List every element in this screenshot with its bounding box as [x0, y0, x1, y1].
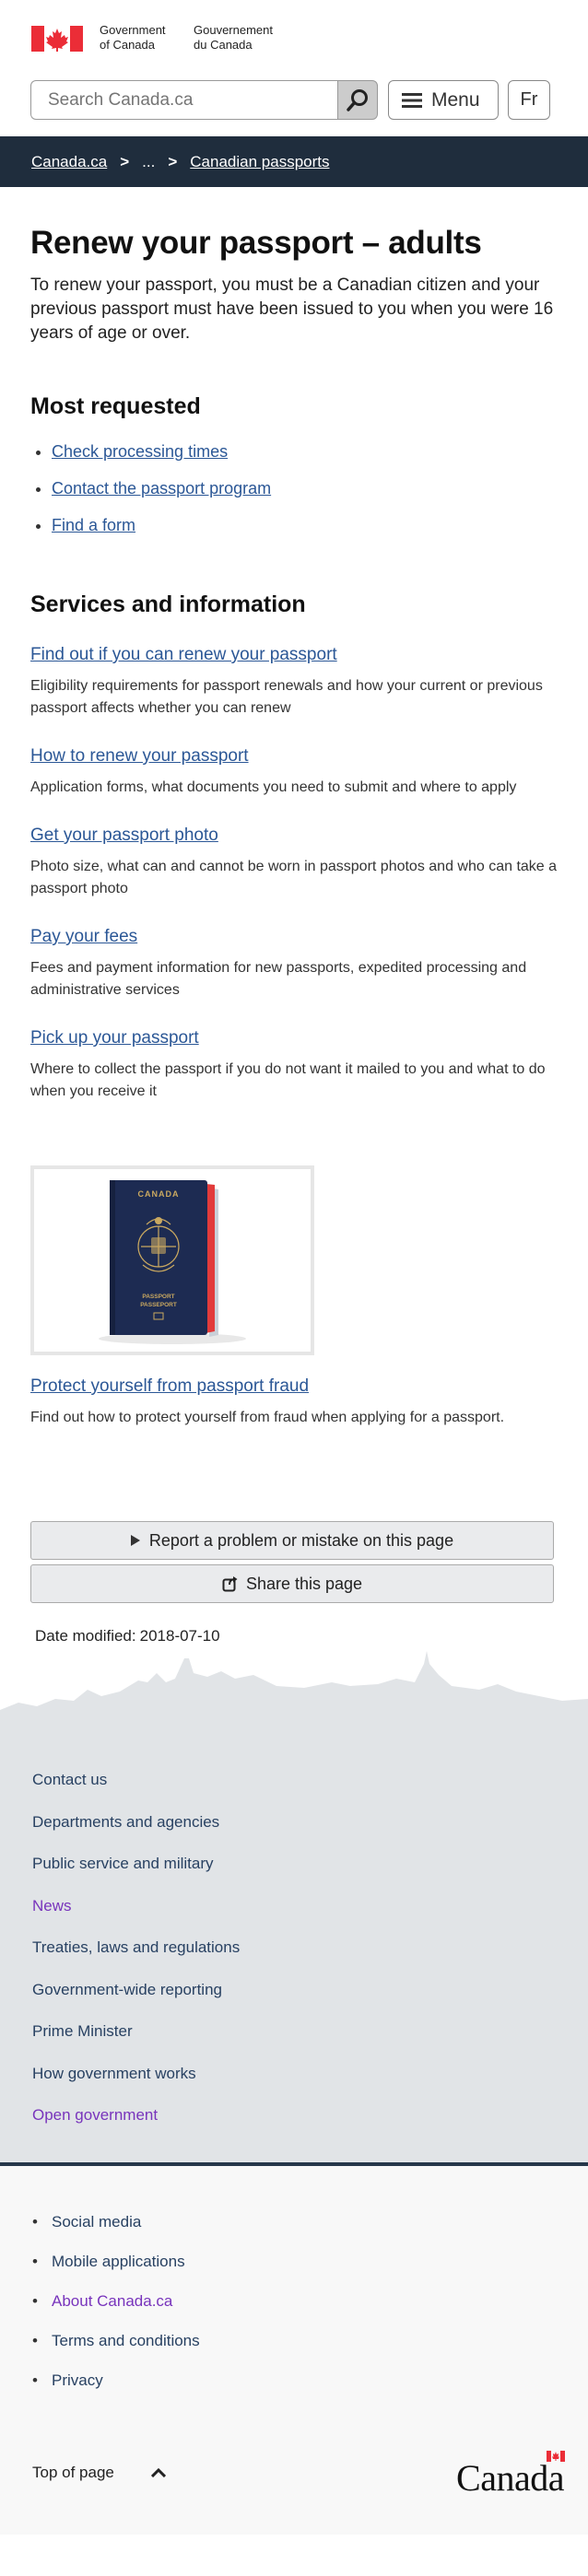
report-problem-label: Report a problem or mistake on this page — [148, 1530, 454, 1550]
service-item: Get your passport photo Photo size, what… — [30, 825, 558, 900]
government-signature: Government of Canada Gouvernement du Can… — [0, 0, 588, 64]
service-item: Pay your fees Fees and payment informati… — [30, 926, 558, 1001]
share-icon — [222, 1576, 238, 1592]
menu-button[interactable]: Menu — [388, 80, 499, 120]
main-content: Renew your passport – adults To renew yo… — [0, 224, 588, 1645]
link-find-a-form[interactable]: Find a form — [52, 516, 135, 534]
breadcrumb-ellipsis[interactable]: ... — [142, 153, 155, 171]
wordmark-flag-icon — [547, 2451, 565, 2462]
breadcrumb-canada-ca[interactable]: Canada.ca — [31, 153, 107, 171]
footer-link-public-service[interactable]: Public service and military — [32, 1854, 556, 1874]
service-description: Fees and payment information for new pas… — [30, 960, 527, 998]
search-button[interactable] — [337, 80, 378, 120]
footer-sub-nav: Social media Mobile applications About C… — [0, 2166, 588, 2429]
footer-link-gov-reporting[interactable]: Government-wide reporting — [32, 1980, 556, 2000]
passport-cover-passport: PASSPORT — [142, 1294, 174, 1300]
signature-en-line1: Government — [100, 23, 166, 37]
service-link-how-to-renew[interactable]: How to renew your passport — [30, 746, 249, 766]
service-item: Pick up your passport Where to collect t… — [30, 1027, 558, 1103]
service-link-pay-fees[interactable]: Pay your fees — [30, 927, 137, 946]
page-intro: To renew your passport, you must be a Ca… — [30, 275, 554, 343]
footer-link-contact-us[interactable]: Contact us — [32, 1770, 556, 1790]
link-check-processing-times[interactable]: Check processing times — [52, 442, 228, 461]
share-page-label: Share this page — [245, 1574, 363, 1593]
share-page-button[interactable]: Share this page — [30, 1564, 554, 1603]
signature-fr-line1: Gouvernement — [194, 23, 273, 37]
footer-link-treaties[interactable]: Treaties, laws and regulations — [32, 1938, 556, 1958]
service-description: Application forms, what documents you ne… — [30, 779, 517, 795]
chevron-up-icon — [150, 2468, 166, 2477]
date-modified-value: 2018-07-10 — [139, 1627, 220, 1645]
footer-sub-link-mobile-apps[interactable]: Mobile applications — [32, 2252, 556, 2272]
promo-item: Protect yourself from passport fraud — [30, 1376, 558, 1398]
language-toggle-button[interactable]: Fr — [508, 80, 550, 120]
signature-english: Government of Canada — [100, 23, 166, 53]
report-problem-button[interactable]: Report a problem or mistake on this page — [30, 1521, 554, 1560]
footer-sub-link-privacy[interactable]: Privacy — [32, 2371, 556, 2391]
passport-photo-illustration: CANADA PASSPORT PASSEPORT — [99, 1180, 246, 1344]
site-footer: Contact us Departments and agencies Publ… — [0, 1733, 588, 2535]
search-icon — [347, 88, 368, 111]
top-of-page-label: Top of page — [32, 2464, 114, 2481]
footer-link-prime-minister[interactable]: Prime Minister — [32, 2021, 556, 2042]
skyline-illustration — [0, 1651, 588, 1733]
list-item: Contact the passport program — [52, 477, 558, 499]
canada-wordmark: Canada — [456, 2457, 564, 2499]
service-item: How to renew your passport Application f… — [30, 745, 558, 799]
footer-bottom: Top of page Canada — [0, 2429, 588, 2535]
footer-link-departments[interactable]: Departments and agencies — [32, 1812, 556, 1832]
link-protect-from-fraud[interactable]: Protect yourself from passport fraud — [30, 1376, 309, 1396]
service-description: Photo size, what can and cannot be worn … — [30, 859, 558, 896]
footer-link-open-government[interactable]: Open government — [32, 2105, 556, 2125]
signature-fr-line2: du Canada — [194, 38, 253, 52]
signature-french: Gouvernement du Canada — [194, 23, 273, 53]
most-requested-heading: Most requested — [30, 393, 201, 419]
search-row: Menu Fr — [0, 64, 588, 136]
most-requested-list: Check processing times Contact the passp… — [30, 440, 558, 536]
list-item: Find a form — [52, 514, 558, 536]
list-item: Check processing times — [52, 440, 558, 463]
breadcrumb: Canada.ca > ... > Canadian passports — [0, 136, 588, 187]
top-of-page-link[interactable]: Top of page — [32, 2464, 166, 2482]
passport-cover-passeport: PASSEPORT — [140, 1302, 177, 1308]
site-header: Government of Canada Gouvernement du Can… — [0, 0, 588, 187]
footer-sub-link-terms[interactable]: Terms and conditions — [32, 2331, 556, 2351]
footer-link-how-gov-works[interactable]: How government works — [32, 2064, 556, 2084]
breadcrumb-canadian-passports[interactable]: Canadian passports — [190, 153, 329, 171]
passport-image[interactable]: CANADA PASSPORT PASSEPORT — [30, 1165, 314, 1355]
breadcrumb-separator-icon: > — [120, 152, 130, 170]
signature-en-line2: of Canada — [100, 38, 155, 52]
service-description: Eligibility requirements for passport re… — [30, 678, 543, 716]
footer-sub-link-about[interactable]: About Canada.ca — [32, 2291, 556, 2312]
footer-sub-link-social-media[interactable]: Social media — [32, 2212, 556, 2232]
parliament-skyline-image — [0, 1645, 588, 1733]
breadcrumb-separator-icon: > — [168, 152, 178, 170]
passport-cover-canada: CANADA — [138, 1189, 180, 1199]
footer-main-nav: Contact us Departments and agencies Publ… — [0, 1733, 588, 2162]
service-link-pick-up[interactable]: Pick up your passport — [30, 1028, 199, 1048]
service-description: Where to collect the passport if you do … — [30, 1061, 546, 1099]
service-item: Find out if you can renew your passport … — [30, 644, 558, 720]
page-title: Renew your passport – adults — [30, 225, 482, 261]
service-link-passport-photo[interactable]: Get your passport photo — [30, 825, 218, 845]
footer-link-news[interactable]: News — [32, 1896, 556, 1916]
link-contact-passport-program[interactable]: Contact the passport program — [52, 479, 271, 498]
service-link-eligibility[interactable]: Find out if you can renew your passport — [30, 645, 337, 664]
search-input[interactable] — [30, 80, 337, 120]
promo-description: Find out how to protect yourself from fr… — [30, 1410, 505, 1425]
menu-label: Menu — [431, 88, 480, 111]
hamburger-icon — [402, 92, 422, 108]
canada-flag-icon[interactable] — [31, 26, 83, 52]
services-list: Find out if you can renew your passport … — [30, 644, 558, 1103]
triangle-right-icon — [130, 1535, 140, 1546]
date-modified-label: Date modified: — [35, 1627, 136, 1645]
date-modified: Date modified: 2018-07-10 — [30, 1627, 558, 1645]
services-heading: Services and information — [30, 591, 306, 617]
